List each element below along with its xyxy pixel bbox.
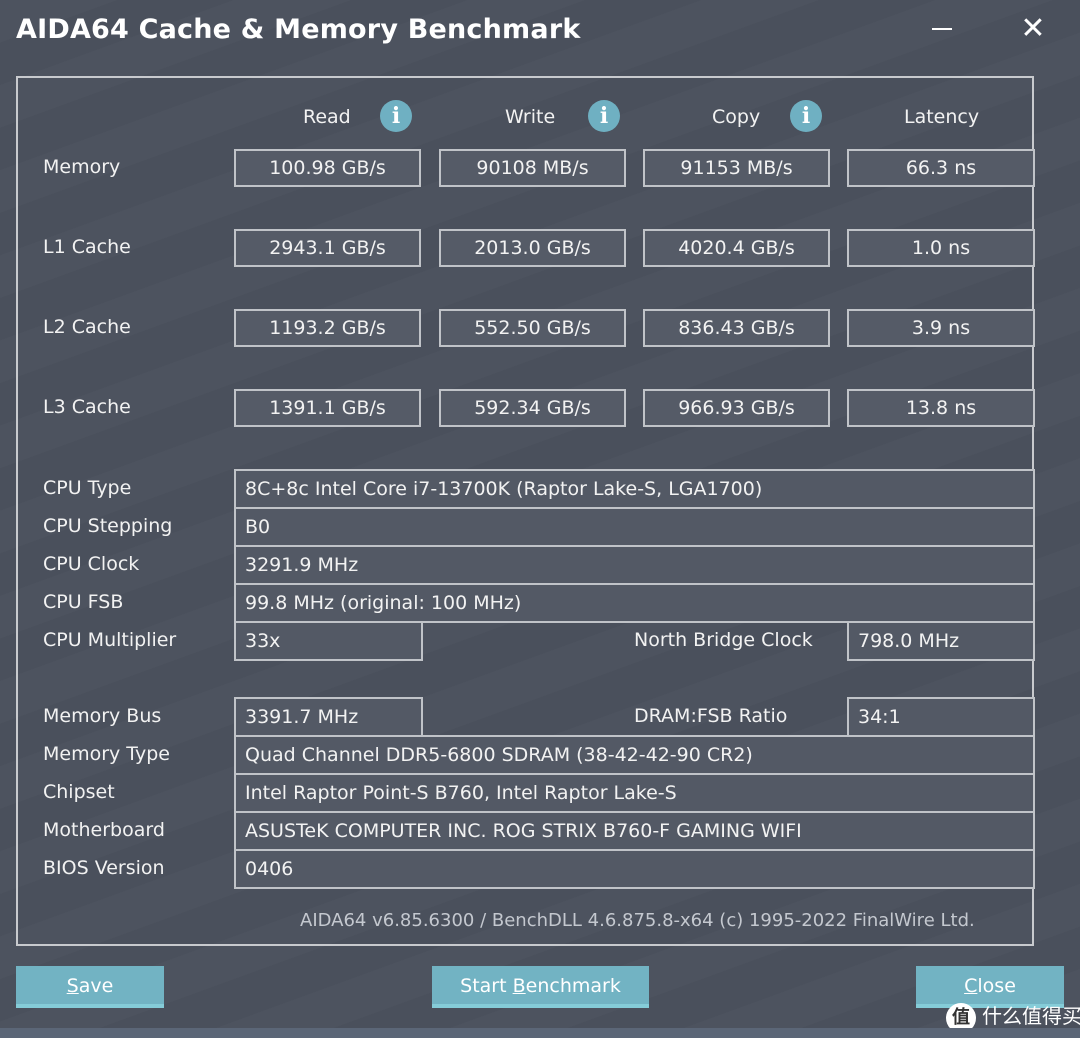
l2-copy-value: 836.43 GB/s [643, 309, 830, 347]
memory-write-value: 90108 MB/s [439, 149, 626, 187]
taskbar-strip [0, 1028, 1080, 1038]
north-bridge-clock-label: North Bridge Clock [634, 629, 813, 651]
start-benchmark-label: enchmark [525, 975, 621, 997]
cpu-type-label: CPU Type [43, 477, 132, 499]
memory-bus-value: 3391.7 MHz [234, 697, 423, 737]
memory-type-value: Quad Channel DDR5-6800 SDRAM (38-42-42-9… [234, 735, 1035, 775]
memory-type-label: Memory Type [43, 743, 170, 765]
memory-read-value: 100.98 GB/s [234, 149, 421, 187]
l1-write-value: 2013.0 GB/s [439, 229, 626, 267]
memory-latency-value: 66.3 ns [847, 149, 1035, 187]
cpu-type-value: 8C+8c Intel Core i7-13700K (Raptor Lake-… [234, 469, 1035, 509]
l1-read-value: 2943.1 GB/s [234, 229, 421, 267]
l3-latency-value: 13.8 ns [847, 389, 1035, 427]
motherboard-value: ASUSTeK COMPUTER INC. ROG STRIX B760-F G… [234, 811, 1035, 851]
close-icon: ✕ [1020, 11, 1046, 46]
copy-info-icon[interactable]: i [790, 100, 822, 132]
close-accel: C [964, 975, 978, 997]
start-benchmark-label-pre: Start [460, 975, 513, 997]
l2-write-value: 552.50 GB/s [439, 309, 626, 347]
row-label: L2 Cache [43, 316, 131, 338]
cpu-clock-value: 3291.9 MHz [234, 545, 1035, 585]
close-window-button[interactable]: ✕ [1016, 12, 1050, 46]
cpu-fsb-value: 99.8 MHz (original: 100 MHz) [234, 583, 1035, 623]
memory-copy-value: 91153 MB/s [643, 149, 830, 187]
column-header-write: Write [505, 106, 556, 128]
column-header-latency: Latency [904, 106, 980, 128]
cpu-fsb-label: CPU FSB [43, 591, 124, 613]
l3-copy-value: 966.93 GB/s [643, 389, 830, 427]
dram-fsb-ratio-label: DRAM:FSB Ratio [634, 705, 788, 727]
dram-fsb-ratio-value: 34:1 [847, 697, 1035, 737]
l3-write-value: 592.34 GB/s [439, 389, 626, 427]
minimize-button[interactable] [925, 18, 965, 42]
benchmark-window: AIDA64 Cache & Memory Benchmark ✕ Read i… [0, 0, 1080, 1033]
window-title: AIDA64 Cache & Memory Benchmark [16, 14, 581, 45]
cpu-multiplier-label: CPU Multiplier [43, 629, 177, 651]
save-label: ave [78, 975, 114, 997]
cpu-stepping-value: B0 [234, 507, 1035, 547]
start-benchmark-accel: B [512, 975, 526, 997]
l3-read-value: 1391.1 GB/s [234, 389, 421, 427]
write-info-icon[interactable]: i [588, 100, 620, 132]
row-label: L1 Cache [43, 236, 131, 258]
bios-version-value: 0406 [234, 849, 1035, 889]
watermark-text: 什么值得买 [982, 1004, 1080, 1028]
column-header-copy: Copy [712, 106, 761, 128]
cpu-clock-label: CPU Clock [43, 553, 140, 575]
north-bridge-clock-value: 798.0 MHz [847, 621, 1035, 661]
column-header-read: Read [303, 106, 351, 128]
version-footer: AIDA64 v6.85.6300 / BenchDLL 4.6.875.8-x… [300, 910, 975, 931]
chipset-value: Intel Raptor Point-S B760, Intel Raptor … [234, 773, 1035, 813]
l2-latency-value: 3.9 ns [847, 309, 1035, 347]
bios-version-label: BIOS Version [43, 857, 165, 879]
close-label: lose [977, 975, 1016, 997]
memory-bus-label: Memory Bus [43, 705, 162, 727]
l2-read-value: 1193.2 GB/s [234, 309, 421, 347]
row-label: Memory [43, 156, 121, 178]
cpu-multiplier-value: 33x [234, 621, 423, 661]
chipset-label: Chipset [43, 781, 115, 803]
minimize-icon [932, 28, 952, 30]
save-accel: S [66, 975, 79, 997]
start-benchmark-button[interactable]: Start Benchmark [432, 966, 649, 1008]
l1-latency-value: 1.0 ns [847, 229, 1035, 267]
motherboard-label: Motherboard [43, 819, 165, 841]
l1-copy-value: 4020.4 GB/s [643, 229, 830, 267]
cpu-stepping-label: CPU Stepping [43, 515, 173, 537]
row-label: L3 Cache [43, 396, 131, 418]
read-info-icon[interactable]: i [380, 100, 412, 132]
save-button[interactable]: Save [16, 966, 164, 1008]
